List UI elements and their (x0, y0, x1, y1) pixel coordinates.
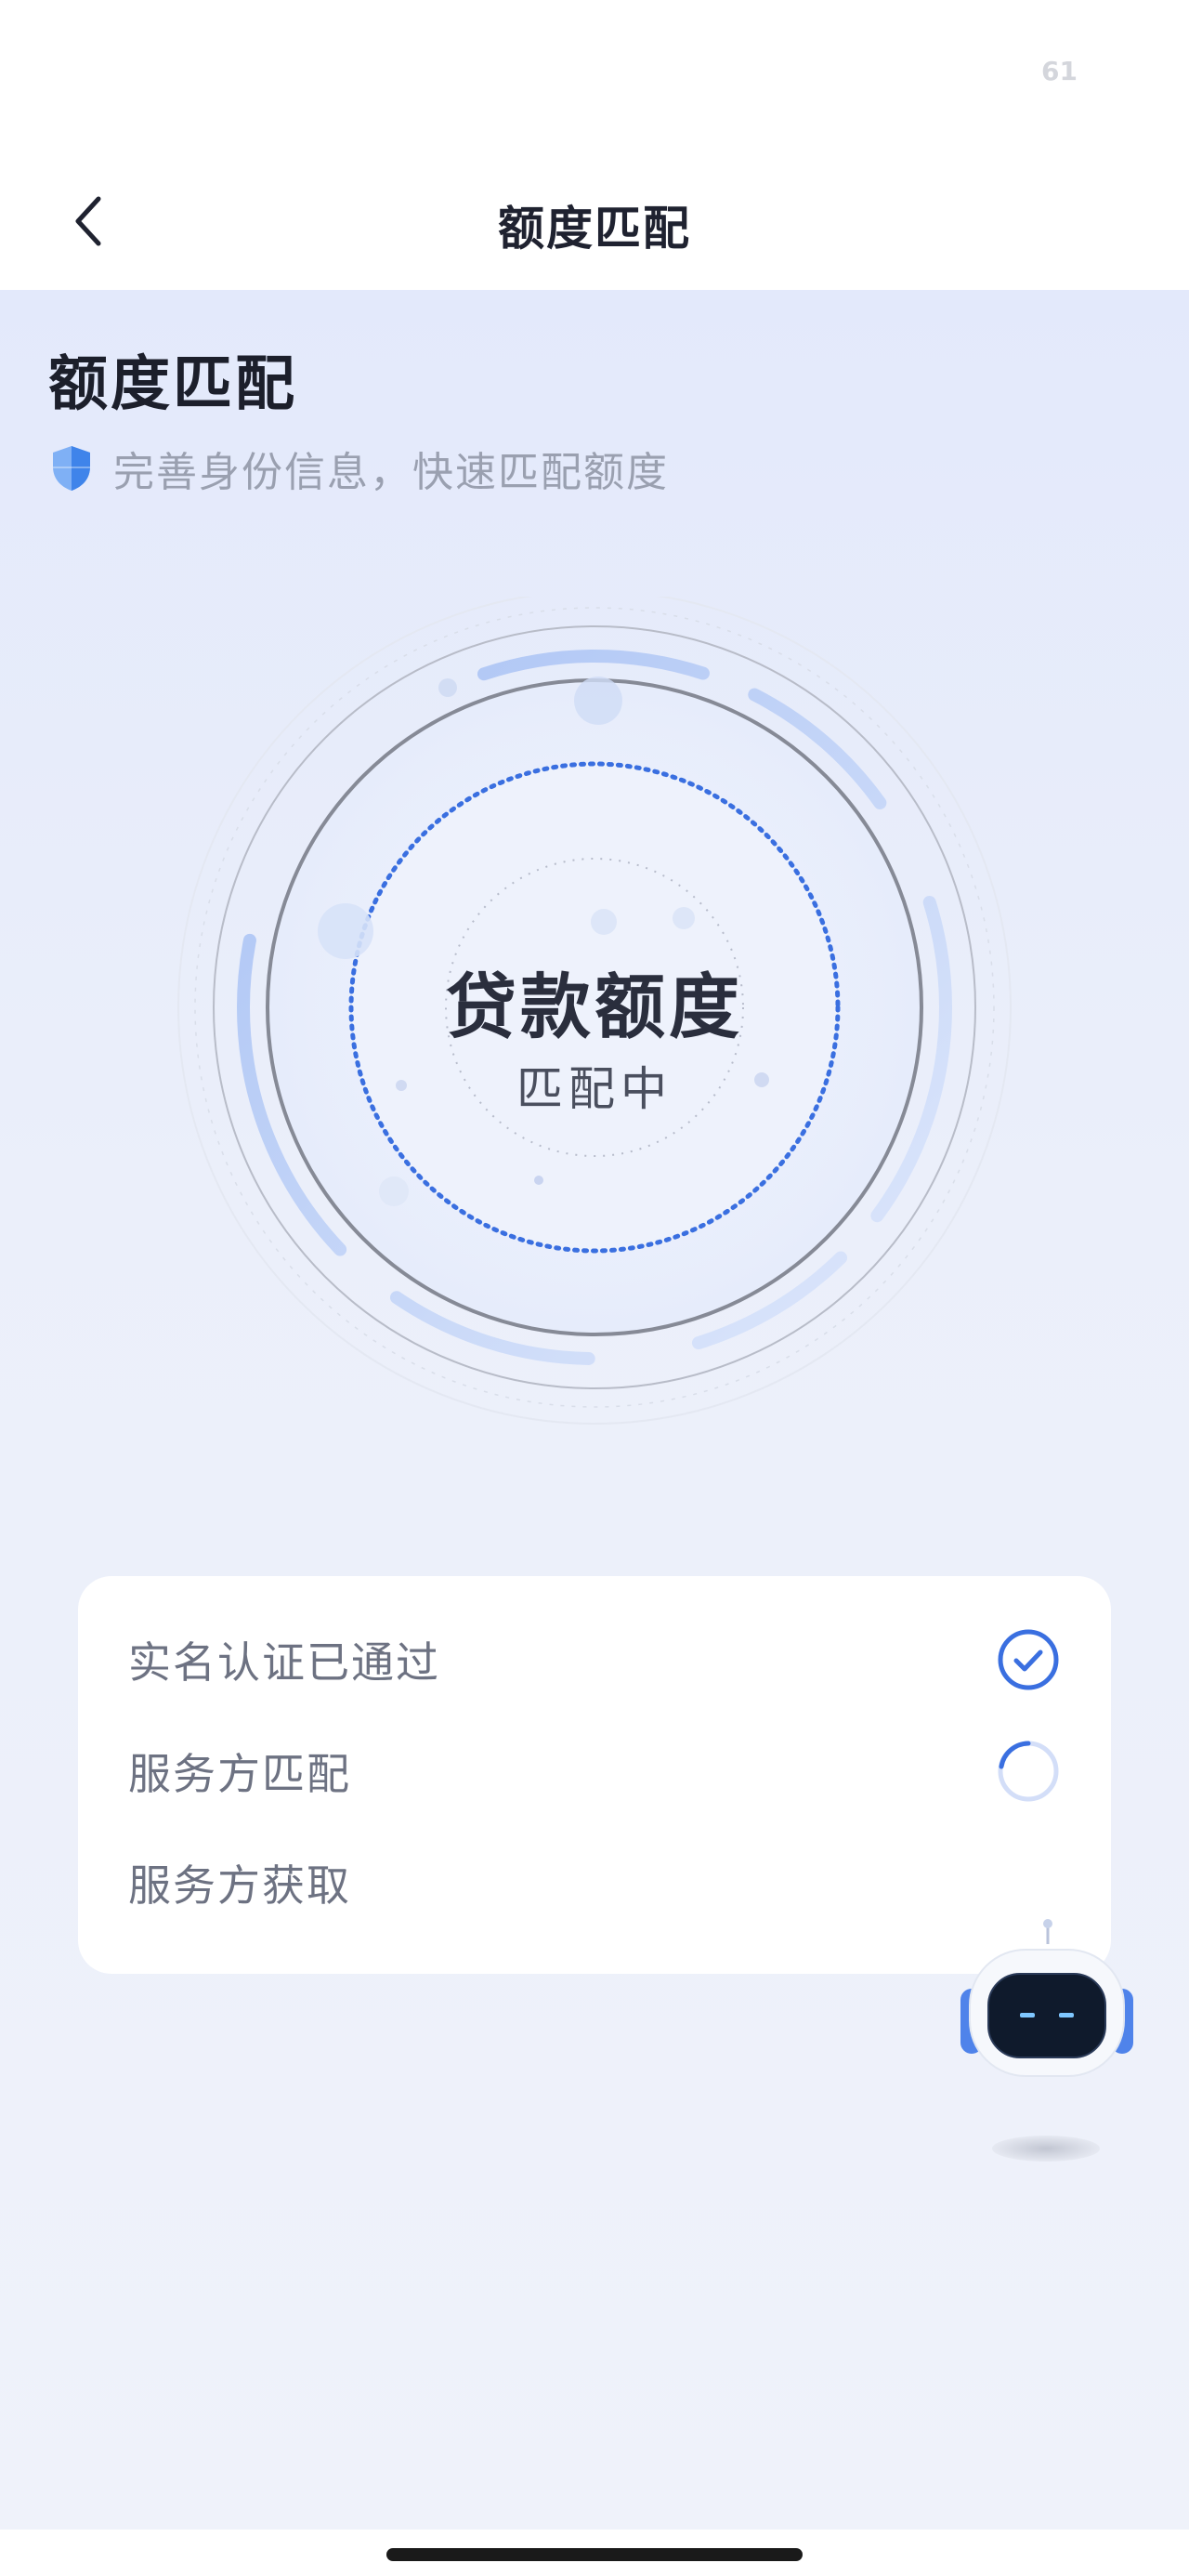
robot-graphic (960, 1919, 1133, 2162)
robot-assistant-icon[interactable] (957, 1916, 1133, 2176)
step-label: 实名认证已通过 (128, 1637, 440, 1688)
nav-bar: 额度匹配 (0, 158, 1189, 290)
step-item-verification: 实名认证已通过 (128, 1613, 1061, 1706)
shield-icon (53, 446, 90, 491)
nav-title: 额度匹配 (498, 202, 691, 256)
progress-steps-card: 实名认证已通过 服务方匹配 服务方获取 (78, 1576, 1111, 1974)
subtitle-row: 完善身份信息，快速匹配额度 (50, 439, 669, 498)
matching-gauge: 贷款额度 匹配中 (149, 597, 1040, 1433)
loan-amount-label: 贷款额度 (446, 966, 743, 1048)
check-circle-icon (998, 1629, 1059, 1690)
main-content: 额度匹配 完善身份信息，快速匹配额度 贷款额度 匹配中 实名认证已通过 服务方匹… (0, 290, 1189, 2530)
status-bar: 61 (0, 0, 1189, 158)
step-label: 服务方获取 (128, 1860, 351, 1911)
home-indicator-area (0, 2530, 1189, 2576)
step-item-provider-match: 服务方匹配 (128, 1725, 1061, 1818)
step-label: 服务方匹配 (128, 1749, 351, 1799)
matching-status: 匹配中 (516, 1062, 673, 1116)
battery-level: 61 (1041, 56, 1078, 86)
subtitle: 完善身份信息，快速匹配额度 (113, 449, 669, 496)
spinner-icon (998, 1741, 1059, 1802)
step-item-provider-fetch: 服务方获取 (128, 1836, 1061, 1929)
home-indicator[interactable] (386, 2548, 803, 2561)
page-title: 额度匹配 (48, 350, 297, 419)
